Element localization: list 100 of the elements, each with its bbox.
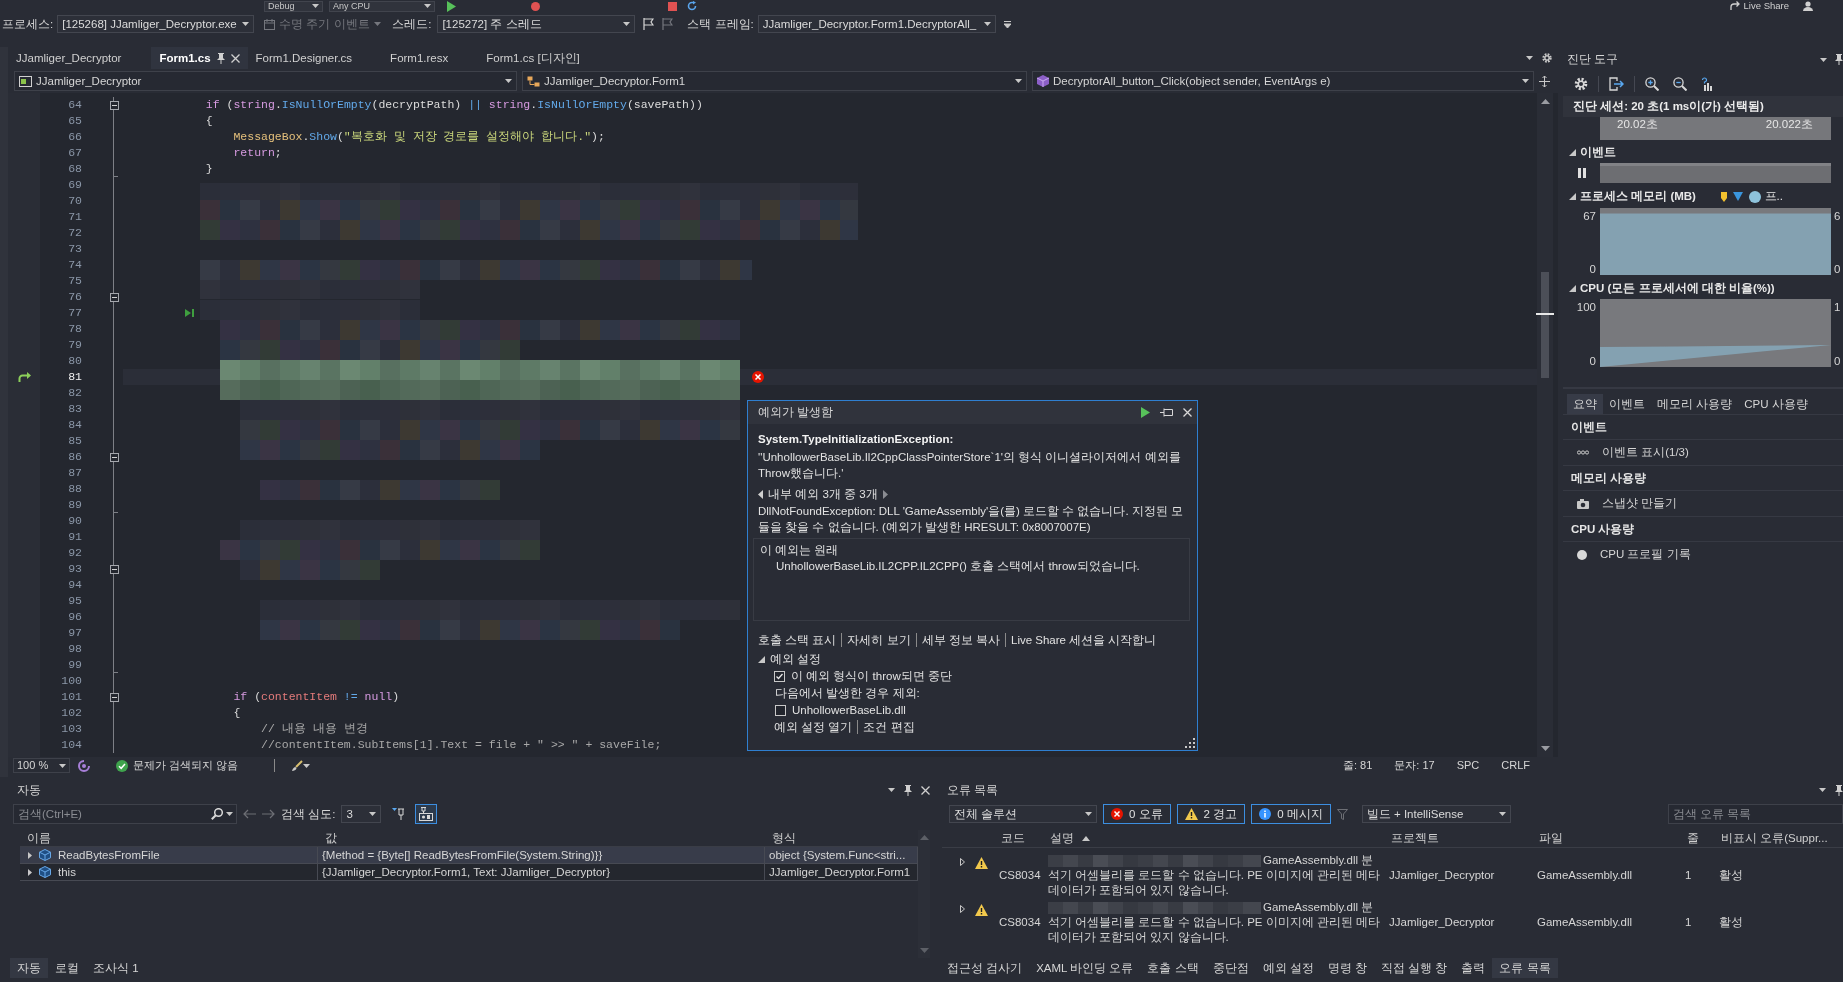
- person-icon[interactable]: [1803, 1, 1813, 11]
- scope-dropdown[interactable]: 전체 솔루션: [949, 805, 1097, 823]
- caret-icon[interactable]: [242, 22, 250, 26]
- panel-tab[interactable]: 접근성 검사기: [940, 958, 1030, 978]
- column-header[interactable]: 설명: [1043, 830, 1384, 848]
- caret-icon[interactable]: [623, 22, 631, 26]
- error-code[interactable]: CS8034: [999, 916, 1041, 928]
- caret-icon[interactable]: [424, 4, 431, 8]
- column-header[interactable]: 코드: [994, 830, 1043, 848]
- resize-grip-icon[interactable]: [1184, 737, 1195, 748]
- caret-icon[interactable]: [505, 79, 512, 83]
- panel-tab[interactable]: 오류 목록: [1492, 958, 1558, 978]
- caret-icon[interactable]: [1085, 812, 1092, 816]
- error-code[interactable]: CS8034: [999, 869, 1041, 881]
- summary-action[interactable]: 스냅샷 만들기: [1602, 496, 1678, 511]
- caret-icon[interactable]: [1522, 79, 1529, 83]
- zoom-out-icon[interactable]: [1673, 77, 1687, 91]
- expand-icon[interactable]: [960, 905, 965, 913]
- error-filter-button[interactable]: 0 오류: [1103, 804, 1171, 824]
- pin-icon[interactable]: [392, 808, 405, 820]
- scroll-down-icon[interactable]: [1540, 746, 1550, 751]
- popup-link[interactable]: 호출 스택 표시: [758, 633, 842, 647]
- collapse-icon[interactable]: [109, 292, 119, 302]
- popup-link[interactable]: 자세히 보기: [841, 633, 916, 647]
- previous-icon[interactable]: [758, 489, 763, 499]
- expand-icon[interactable]: [28, 868, 32, 876]
- column-header[interactable]: 값: [318, 830, 765, 847]
- panel-tab[interactable]: 이벤트: [1603, 394, 1651, 414]
- configuration-dropdown[interactable]: Debug: [264, 0, 323, 12]
- panel-tab[interactable]: 로컬: [48, 958, 86, 978]
- camera-icon[interactable]: [1577, 498, 1589, 509]
- thread-dropdown[interactable]: [125272] 주 스레드: [437, 15, 636, 33]
- section-title[interactable]: 이벤트: [1580, 145, 1616, 160]
- share-arrow-icon[interactable]: [1729, 1, 1740, 11]
- checkbox[interactable]: [775, 704, 786, 716]
- zoom-dropdown[interactable]: 100 %: [13, 758, 70, 773]
- sort-arrow-icon[interactable]: [1082, 836, 1090, 841]
- popup-link[interactable]: Live Share 세션을 시작합니: [1005, 633, 1162, 647]
- variable-row[interactable]: ReadBytesFromFile {Method = {Byte[] ReadBytesFromFile(System.String)}} object {System.Func<stri...: [20, 847, 918, 864]
- project-dropdown[interactable]: JJamliger_Decryptor: [14, 71, 517, 91]
- pause-icon[interactable]: [1577, 168, 1586, 178]
- column-header[interactable]: 프로젝트: [1384, 830, 1532, 848]
- whitespace-indicator[interactable]: SPC: [1456, 758, 1480, 773]
- play-icon[interactable]: [1141, 407, 1150, 418]
- panel-tab[interactable]: 예외 설정: [1255, 958, 1321, 978]
- panel-tab[interactable]: 자동: [10, 958, 48, 978]
- search-field[interactable]: 검색 오류 목록: [1668, 804, 1843, 824]
- expander-icon[interactable]: [1569, 149, 1576, 156]
- column-header[interactable]: 형식: [765, 830, 918, 847]
- close-icon[interactable]: [921, 785, 930, 795]
- popup-link[interactable]: 조건 편집: [857, 720, 920, 734]
- panel-tab[interactable]: 조사식 1: [86, 958, 146, 978]
- run-to-click-icon[interactable]: [185, 309, 194, 317]
- record-dot-icon[interactable]: [1577, 549, 1587, 560]
- pin-icon[interactable]: [904, 784, 912, 796]
- live-share-label[interactable]: Live Share: [1743, 1, 1789, 11]
- chart-icon[interactable]: [1701, 77, 1713, 91]
- summary-action[interactable]: 이벤트 표시(1/3): [1602, 445, 1689, 460]
- panel-tab[interactable]: 메모리 사용량: [1651, 394, 1739, 414]
- panel-tab[interactable]: 요약: [1567, 394, 1603, 414]
- gear-icon[interactable]: [1542, 53, 1552, 63]
- next-icon[interactable]: [882, 489, 888, 499]
- back-arrow-icon[interactable]: [243, 809, 256, 819]
- caret-icon[interactable]: [1819, 788, 1826, 792]
- panel-tab[interactable]: XAML 바인딩 오류: [1029, 958, 1141, 978]
- pin-icon[interactable]: [1160, 408, 1173, 417]
- expand-icon[interactable]: [960, 858, 965, 866]
- variable-row[interactable]: this {JJamliger_Decryptor.Form1, Text: JJamliger_Decryptor} JJamliger_Decryptor.Form1: [20, 864, 918, 881]
- zoom-in-icon[interactable]: [1645, 77, 1659, 91]
- editor-tab[interactable]: Form1.resx: [382, 47, 479, 69]
- expand-icon[interactable]: [28, 851, 32, 859]
- member-dropdown[interactable]: DecryptorAll_button_Click(object sender, EventArgs e): [1032, 71, 1534, 91]
- caret-icon[interactable]: [1820, 57, 1827, 62]
- collapse-icon[interactable]: [109, 100, 119, 110]
- process-dropdown[interactable]: [125268] JJamliger_Decryptor.exe: [57, 15, 255, 33]
- settings-icon[interactable]: [1574, 77, 1588, 91]
- search-icon[interactable]: [211, 808, 223, 820]
- collapse-icon[interactable]: [109, 692, 119, 702]
- depth-dropdown[interactable]: 3: [341, 805, 382, 823]
- caret-icon[interactable]: [369, 812, 377, 816]
- message-filter-button[interactable]: 0 메시지: [1251, 804, 1331, 824]
- brush-icon[interactable]: [291, 759, 304, 772]
- panel-tab[interactable]: 중단점: [1205, 958, 1256, 978]
- forward-arrow-icon[interactable]: [262, 809, 275, 819]
- issues-status[interactable]: 문제가 검색되지 않음: [133, 758, 239, 773]
- column-header[interactable]: 파일: [1532, 830, 1680, 848]
- export-icon[interactable]: [1609, 77, 1624, 91]
- caret-icon[interactable]: [888, 788, 895, 792]
- collapse-icon[interactable]: [109, 452, 119, 462]
- panel-tab[interactable]: 호출 스택: [1140, 958, 1206, 978]
- restart-icon[interactable]: [687, 1, 697, 11]
- source-dropdown[interactable]: 빌드 + IntelliSense: [1361, 805, 1511, 823]
- section-title[interactable]: 프로세스 메모리 (MB): [1580, 189, 1696, 204]
- popup-link[interactable]: 세부 정보 복사: [915, 633, 1005, 647]
- type-dropdown[interactable]: JJamliger_Decryptor.Form1: [522, 71, 1027, 91]
- caret-icon[interactable]: [1526, 56, 1533, 60]
- caret-icon[interactable]: [59, 763, 66, 768]
- expander-icon[interactable]: [758, 655, 765, 663]
- warning-filter-button[interactable]: 2 경고: [1176, 804, 1246, 824]
- line-ending-indicator[interactable]: CRLF: [1501, 758, 1530, 773]
